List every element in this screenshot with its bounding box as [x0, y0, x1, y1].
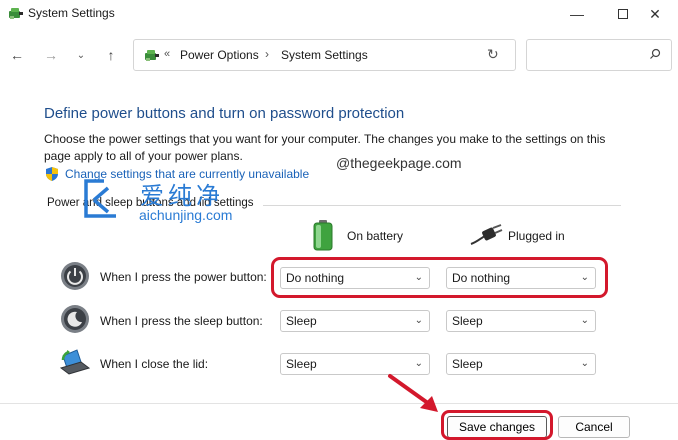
- lid-label: When I close the lid:: [100, 357, 209, 371]
- refresh-icon[interactable]: ↻: [487, 46, 499, 63]
- power-button-highlight: [271, 257, 608, 298]
- laptop-lid-icon: [59, 349, 91, 375]
- lid-plugged-select[interactable]: Sleep ⌄: [446, 353, 596, 375]
- sleep-button-battery-select[interactable]: Sleep ⌄: [280, 310, 430, 332]
- sleep-button-plugged-value: Sleep: [452, 314, 483, 328]
- power-button-label: When I press the power button:: [100, 270, 267, 284]
- on-battery-label: On battery: [347, 229, 404, 243]
- save-button-highlight: [441, 410, 553, 440]
- back-button[interactable]: ←: [6, 45, 28, 65]
- watermark-logo-icon: [84, 179, 116, 218]
- page-description: Choose the power settings that you want …: [44, 132, 606, 163]
- power-button-icon: [61, 262, 89, 290]
- cancel-button[interactable]: Cancel: [558, 416, 630, 438]
- forward-button[interactable]: →: [40, 45, 62, 65]
- sleep-button-battery-value: Sleep: [286, 314, 317, 328]
- power-options-app-icon: [9, 8, 23, 19]
- watermark-logo-text: 爱纯净: [140, 182, 224, 210]
- plugged-in-label: Plugged in: [508, 229, 565, 243]
- navigation-bar: ← → ⌄ ↑ « Power Options › System Setting…: [0, 38, 678, 72]
- maximize-icon: [618, 9, 628, 19]
- breadcrumb-power-options[interactable]: Power Options: [180, 48, 259, 62]
- annotation-arrow-icon: [388, 374, 438, 412]
- uac-shield-icon: [46, 167, 58, 181]
- search-icon: [649, 48, 661, 63]
- watermark-url: aichunjing.com: [139, 207, 233, 223]
- breadcrumb-separator-icon[interactable]: ›: [265, 47, 269, 61]
- power-options-icon: [145, 50, 159, 61]
- minimize-button[interactable]: —: [554, 0, 600, 28]
- lid-plugged-value: Sleep: [452, 357, 483, 371]
- lid-battery-value: Sleep: [286, 357, 317, 371]
- chevron-down-icon: ⌄: [414, 358, 423, 369]
- sleep-button-label: When I press the sleep button:: [100, 314, 263, 328]
- recent-locations-button[interactable]: ⌄: [70, 45, 92, 65]
- breadcrumb-overflow-icon[interactable]: «: [164, 48, 170, 60]
- address-bar[interactable]: « Power Options › System Settings ↻: [133, 39, 516, 71]
- breadcrumb-system-settings[interactable]: System Settings: [281, 48, 368, 62]
- battery-icon: [313, 220, 333, 251]
- page-heading: Define power buttons and turn on passwor…: [44, 105, 405, 122]
- sleep-button-icon: [61, 305, 89, 333]
- chevron-down-icon: ⌄: [580, 315, 589, 326]
- search-input[interactable]: [526, 39, 672, 71]
- watermark-text: @thegeekpage.com: [336, 155, 462, 171]
- window-title: System Settings: [28, 6, 115, 20]
- section-divider: [263, 205, 621, 206]
- title-bar: System Settings — ✕: [0, 0, 678, 28]
- close-button[interactable]: ✕: [632, 0, 678, 28]
- chevron-down-icon: ⌄: [414, 315, 423, 326]
- chevron-down-icon: ⌄: [580, 358, 589, 369]
- plug-icon: [470, 224, 503, 245]
- sleep-button-plugged-select[interactable]: Sleep ⌄: [446, 310, 596, 332]
- up-button[interactable]: ↑: [100, 45, 122, 65]
